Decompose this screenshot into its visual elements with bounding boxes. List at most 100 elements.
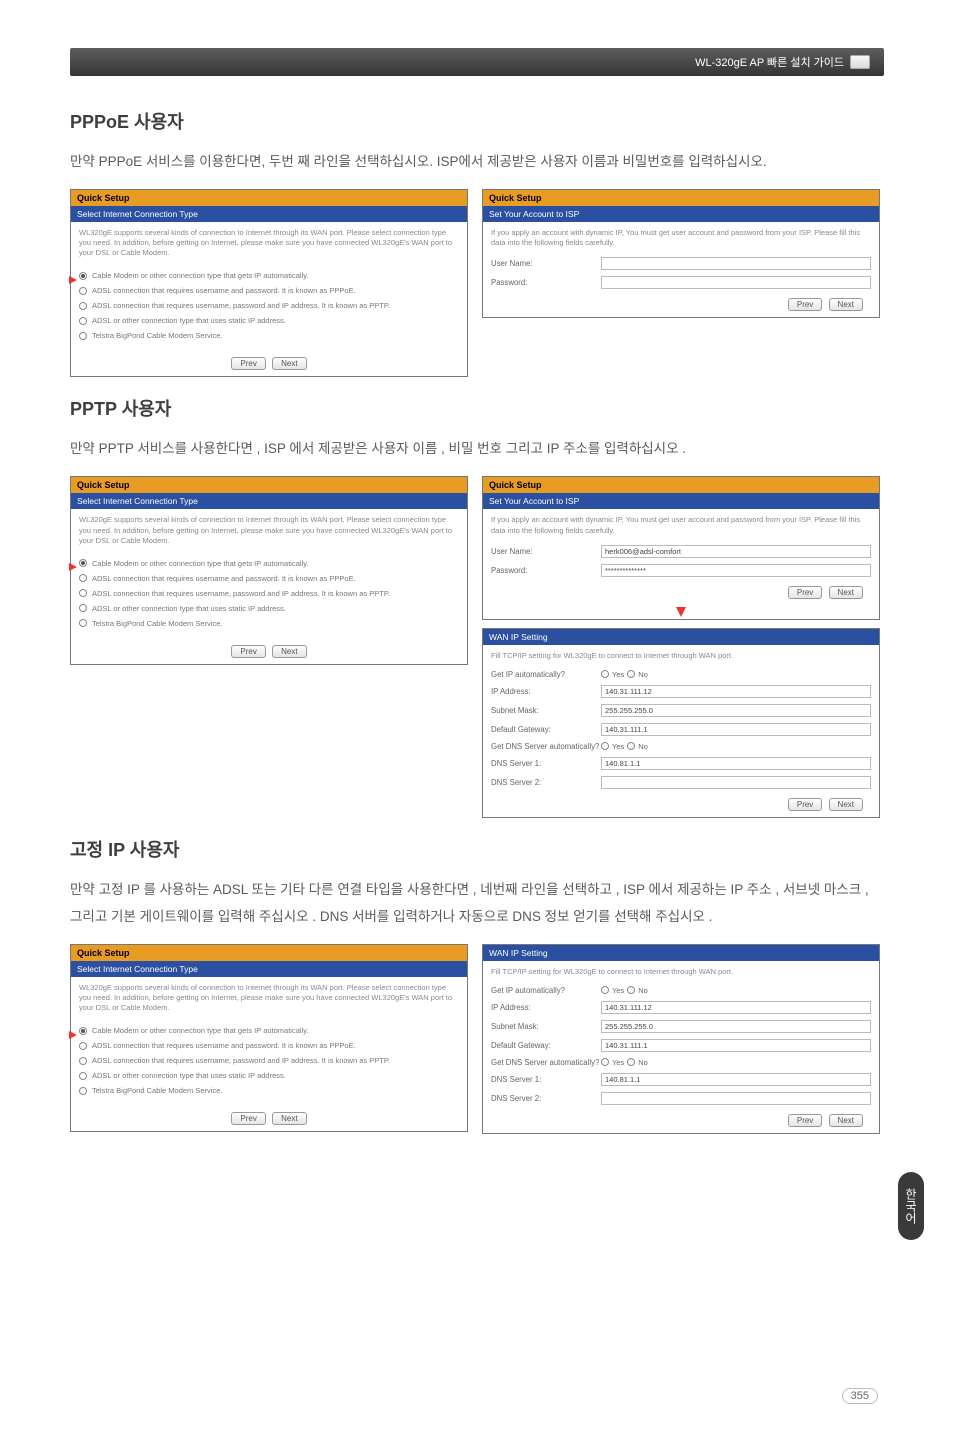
ip-address-row: IP Address: <box>483 998 879 1017</box>
radio-dot-icon <box>79 272 87 280</box>
password-row: Password: <box>483 273 879 292</box>
pptp-figure-row: Quick Setup Select Internet Connection T… <box>70 476 884 817</box>
radio-static-ip[interactable]: ADSL or other connection type that uses … <box>79 313 459 328</box>
default-gateway-input[interactable] <box>601 723 871 736</box>
dns1-input[interactable] <box>601 757 871 770</box>
next-button[interactable]: Next <box>829 798 863 811</box>
prev-button[interactable]: Prev <box>788 298 822 311</box>
radio-dot-icon <box>79 302 87 310</box>
select-connection-header: Select Internet Connection Type <box>71 206 467 222</box>
dns1-input[interactable] <box>601 1073 871 1086</box>
next-button[interactable]: Next <box>272 645 306 658</box>
radio-telstra[interactable]: Telstra BigPond Cable Modem Service. <box>79 616 459 631</box>
select-connection-header: Select Internet Connection Type <box>71 961 467 977</box>
next-button[interactable]: Next <box>829 298 863 311</box>
next-button[interactable]: Next <box>272 357 306 370</box>
section-pppoe-body: 만약 PPPoE 서비스를 이용한다면, 두번 째 라인을 선택하십시오. IS… <box>70 148 884 175</box>
section-pppoe-title: PPPoE 사용자 <box>70 108 884 134</box>
radio-pptp[interactable]: ADSL connection that requires username, … <box>79 586 459 601</box>
default-gateway-row: Default Gateway: <box>483 1036 879 1055</box>
get-ip-auto-label: Get IP automatically? <box>491 986 601 995</box>
prev-button[interactable]: Prev <box>788 798 822 811</box>
dns2-row: DNS Server 2: <box>483 773 879 792</box>
nav-buttons: Prev Next <box>71 351 467 376</box>
prev-button[interactable]: Prev <box>788 1114 822 1127</box>
prev-button[interactable]: Prev <box>231 357 265 370</box>
quick-setup-title: Quick Setup <box>483 477 879 493</box>
radio-telstra[interactable]: Telstra BigPond Cable Modem Service. <box>79 328 459 343</box>
radio-static-ip[interactable]: ADSL or other connection type that uses … <box>79 601 459 616</box>
radio-pppoe[interactable]: ADSL connection that requires username a… <box>79 1038 459 1053</box>
page-header-bar: WL-320gE AP 빠른 설치 가이드 <box>70 48 884 76</box>
yes-no-toggle[interactable]: YesNo <box>601 742 648 751</box>
ip-address-input[interactable] <box>601 685 871 698</box>
prev-button[interactable]: Prev <box>231 645 265 658</box>
subnet-mask-label: Subnet Mask: <box>491 1022 601 1031</box>
dns2-input[interactable] <box>601 1092 871 1105</box>
radio-dot-icon <box>79 559 87 567</box>
username-label: User Name: <box>491 547 601 556</box>
next-button[interactable]: Next <box>829 586 863 599</box>
select-connection-header: Select Internet Connection Type <box>71 493 467 509</box>
connection-type-radios: Cable Modem or other connection type tha… <box>71 1019 467 1106</box>
radio-pptp[interactable]: ADSL connection that requires username, … <box>79 1053 459 1068</box>
radio-dot-icon <box>627 1058 635 1066</box>
section-pptp-body: 만약 PPTP 서비스를 사용한다면 , ISP 에서 제공받은 사용자 이름 … <box>70 435 884 462</box>
radio-dot-icon <box>79 1057 87 1065</box>
radio-cable-modem[interactable]: Cable Modem or other connection type tha… <box>79 1023 459 1038</box>
isp-account-intro: If you apply an account with dynamic IP,… <box>483 222 879 254</box>
username-row: User Name: <box>483 254 879 273</box>
prev-button[interactable]: Prev <box>231 1112 265 1125</box>
page-content: PPPoE 사용자 만약 PPPoE 서비스를 이용한다면, 두번 째 라인을 … <box>70 108 884 1134</box>
arrow-down-icon <box>676 607 686 617</box>
password-label: Password: <box>491 566 601 575</box>
quick-setup-panel-pptp-left: Quick Setup Select Internet Connection T… <box>70 476 468 664</box>
subnet-mask-input[interactable] <box>601 704 871 717</box>
get-dns-auto-label: Get DNS Server automatically? <box>491 742 601 751</box>
dns1-row: DNS Server 1: <box>483 1070 879 1089</box>
subnet-mask-row: Subnet Mask: <box>483 1017 879 1036</box>
next-button[interactable]: Next <box>829 1114 863 1127</box>
quick-setup-panel-static-left: Quick Setup Select Internet Connection T… <box>70 944 468 1132</box>
password-input[interactable] <box>601 564 871 577</box>
subnet-mask-input[interactable] <box>601 1020 871 1033</box>
get-ip-auto-row: Get IP automatically? YesNo <box>483 983 879 998</box>
section-static-ip-body: 만약 고정 IP 를 사용하는 ADSL 또는 기타 다른 연결 타입을 사용한… <box>70 876 884 930</box>
radio-static-ip[interactable]: ADSL or other connection type that uses … <box>79 1068 459 1083</box>
yes-no-toggle[interactable]: YesNo <box>601 1058 648 1067</box>
radio-telstra[interactable]: Telstra BigPond Cable Modem Service. <box>79 1083 459 1098</box>
radio-dot-icon <box>79 589 87 597</box>
yes-no-toggle[interactable]: YesNo <box>601 986 648 995</box>
radio-cable-modem[interactable]: Cable Modem or other connection type tha… <box>79 556 459 571</box>
radio-dot-icon <box>79 1087 87 1095</box>
default-gateway-input[interactable] <box>601 1039 871 1052</box>
radio-cable-modem[interactable]: Cable Modem or other connection type tha… <box>79 268 459 283</box>
username-row: User Name: <box>483 542 879 561</box>
radio-dot-icon <box>627 986 635 994</box>
get-ip-auto-label: Get IP automatically? <box>491 670 601 679</box>
page-number: 355 <box>842 1388 878 1404</box>
isp-account-panel-pptp: Quick Setup Set Your Account to ISP If y… <box>482 476 880 619</box>
username-input[interactable] <box>601 545 871 558</box>
ip-address-input[interactable] <box>601 1001 871 1014</box>
nav-buttons: Prev Next <box>483 580 879 605</box>
radio-dot-icon <box>79 317 87 325</box>
yes-no-toggle[interactable]: YesNo <box>601 670 648 679</box>
radio-dot-icon <box>79 1072 87 1080</box>
isp-account-header: Set Your Account to ISP <box>483 206 879 222</box>
radio-pptp[interactable]: ADSL connection that requires username, … <box>79 298 459 313</box>
get-ip-auto-row: Get IP automatically? YesNo <box>483 667 879 682</box>
quick-setup-title: Quick Setup <box>71 477 467 493</box>
isp-account-intro: If you apply an account with dynamic IP,… <box>483 509 879 541</box>
dns2-input[interactable] <box>601 776 871 789</box>
wan-ip-header: WAN IP Setting <box>483 629 879 645</box>
password-input[interactable] <box>601 276 871 289</box>
radio-dot-icon <box>627 742 635 750</box>
next-button[interactable]: Next <box>272 1112 306 1125</box>
isp-account-header: Set Your Account to ISP <box>483 493 879 509</box>
username-input[interactable] <box>601 257 871 270</box>
radio-pppoe[interactable]: ADSL connection that requires username a… <box>79 283 459 298</box>
radio-dot-icon <box>79 1042 87 1050</box>
prev-button[interactable]: Prev <box>788 586 822 599</box>
radio-pppoe[interactable]: ADSL connection that requires username a… <box>79 571 459 586</box>
